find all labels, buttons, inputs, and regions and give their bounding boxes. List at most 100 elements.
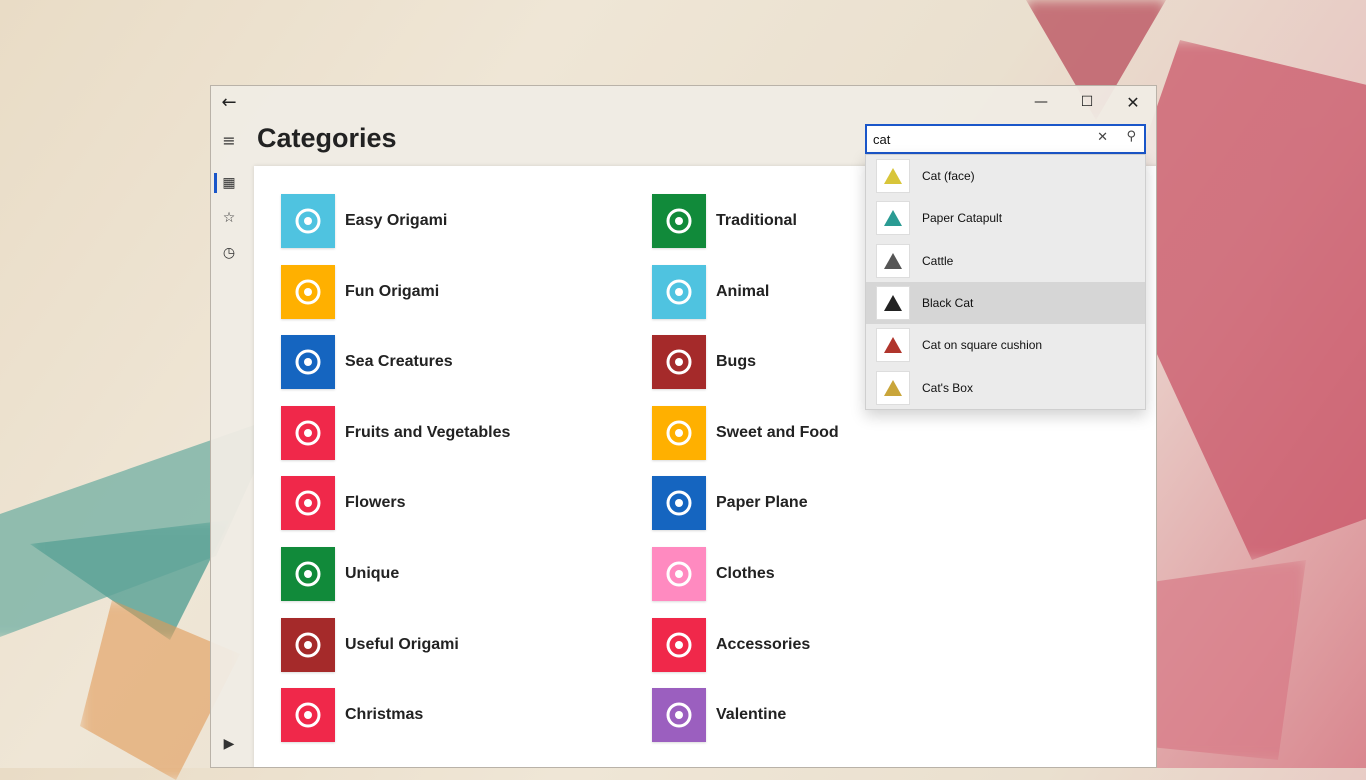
category-tile bbox=[652, 547, 706, 601]
wallet-icon bbox=[295, 632, 321, 658]
search-icon[interactable]: ⚲ bbox=[1126, 129, 1136, 144]
suggestion-item[interactable]: Cat (face) bbox=[866, 155, 1145, 197]
category-item[interactable]: Traditional bbox=[652, 194, 797, 248]
category-item[interactable]: Clothes bbox=[652, 547, 775, 601]
nav-info-button[interactable]: ⓘ bbox=[211, 761, 247, 767]
category-label: Paper Plane bbox=[716, 494, 808, 512]
shirt-icon bbox=[666, 561, 692, 587]
suggestion-item[interactable]: Cat's Box bbox=[866, 367, 1145, 409]
nav-store-button[interactable]: ▶ bbox=[211, 726, 247, 762]
strawberry-icon bbox=[295, 420, 321, 446]
category-label: Accessories bbox=[716, 635, 811, 653]
category-label: Traditional bbox=[716, 212, 797, 229]
minimize-button[interactable]: — bbox=[1018, 86, 1064, 118]
category-item[interactable]: Fruits and Vegetables bbox=[281, 405, 511, 460]
category-tile bbox=[281, 547, 335, 601]
category-label: Unique bbox=[345, 565, 400, 582]
back-button[interactable]: ← bbox=[211, 86, 247, 118]
minimize-icon: — bbox=[1034, 94, 1048, 110]
category-label: Useful Origami bbox=[345, 635, 459, 653]
category-tile bbox=[281, 617, 335, 672]
cattle-icon bbox=[876, 243, 910, 278]
maximize-icon: ☐ bbox=[1080, 94, 1094, 110]
plane-icon bbox=[666, 490, 692, 516]
category-item[interactable]: Unique bbox=[281, 547, 399, 601]
category-item[interactable]: Easy Origami bbox=[281, 194, 447, 248]
category-item[interactable]: Sea Creatures bbox=[281, 335, 453, 390]
category-item[interactable]: Christmas bbox=[281, 688, 424, 743]
grid-icon: ▦ bbox=[222, 175, 236, 191]
category-item[interactable]: Useful Origami bbox=[281, 617, 459, 672]
category-tile bbox=[281, 688, 335, 743]
hamburger-menu-button[interactable]: ≡ bbox=[211, 122, 247, 158]
category-label: Christmas bbox=[345, 706, 424, 724]
category-item[interactable]: Sweet and Food bbox=[652, 405, 839, 460]
maximize-button[interactable]: ☐ bbox=[1064, 86, 1110, 118]
category-tile bbox=[652, 264, 706, 319]
cat-face-icon bbox=[876, 159, 910, 193]
category-label: Clothes bbox=[716, 565, 775, 582]
close-button[interactable]: ✕ bbox=[1110, 86, 1156, 118]
title-bar: ← — ☐ ✕ bbox=[211, 86, 1156, 118]
category-label: Sweet and Food bbox=[716, 423, 839, 441]
category-tile bbox=[652, 335, 706, 390]
turtle-icon bbox=[295, 561, 321, 587]
category-label: Easy Origami bbox=[345, 212, 448, 229]
hamburger-icon: ≡ bbox=[222, 130, 236, 150]
suggestion-item[interactable]: Paper Catapult bbox=[866, 197, 1145, 239]
nav-categories-button[interactable]: ▦ bbox=[211, 165, 247, 201]
black-cat-icon bbox=[876, 285, 910, 320]
category-tile bbox=[652, 688, 706, 743]
nav-favorites-button[interactable]: ☆ bbox=[211, 200, 247, 236]
category-item[interactable]: Accessories bbox=[652, 617, 811, 672]
category-tile bbox=[281, 264, 335, 319]
catapult-icon bbox=[876, 201, 910, 236]
search-input[interactable] bbox=[873, 130, 1093, 148]
pinwheel-icon bbox=[295, 279, 321, 305]
category-tile bbox=[281, 405, 335, 460]
category-tile bbox=[652, 476, 706, 531]
search-box[interactable]: ✕ ⚲ bbox=[865, 124, 1146, 154]
category-tile bbox=[281, 194, 335, 248]
icecream-icon bbox=[666, 420, 692, 446]
flower-icon bbox=[295, 490, 321, 516]
crane-icon bbox=[666, 208, 692, 234]
category-label: Animal bbox=[716, 282, 770, 300]
nav-history-button[interactable]: ◷ bbox=[211, 235, 247, 271]
suggestion-label: Paper Catapult bbox=[922, 211, 1003, 226]
category-tile bbox=[652, 617, 706, 672]
category-tile bbox=[652, 194, 706, 248]
category-label: Fruits and Vegetables bbox=[345, 423, 511, 441]
back-arrow-icon: ← bbox=[221, 91, 237, 113]
cat-box-icon bbox=[876, 370, 910, 405]
page-title: Categories bbox=[257, 123, 397, 153]
category-label: Fun Origami bbox=[345, 282, 440, 300]
category-label: Flowers bbox=[345, 494, 406, 512]
suggestion-item[interactable]: Cat on square cushion bbox=[866, 324, 1145, 366]
category-item[interactable]: Fun Origami bbox=[281, 264, 440, 319]
category-label: Valentine bbox=[716, 706, 787, 724]
category-tile bbox=[281, 335, 335, 390]
suggestion-label: Cattle bbox=[922, 253, 954, 268]
category-item[interactable]: Valentine bbox=[652, 688, 787, 743]
category-item[interactable]: Flowers bbox=[281, 476, 406, 531]
star-icon: ☆ bbox=[222, 210, 236, 226]
suggestion-label: Cat (face) bbox=[922, 169, 975, 183]
category-item[interactable]: Bugs bbox=[652, 335, 756, 390]
suggestion-item[interactable]: Cattle bbox=[866, 240, 1145, 282]
necklace-icon bbox=[666, 632, 692, 658]
clear-icon[interactable]: ✕ bbox=[1097, 130, 1108, 145]
store-play-icon: ▶ bbox=[223, 736, 235, 752]
house-icon bbox=[295, 208, 321, 234]
suggestion-item[interactable]: Black Cat bbox=[866, 281, 1145, 324]
ladybug-icon bbox=[666, 349, 692, 375]
history-icon: ◷ bbox=[222, 245, 236, 261]
category-label: Sea Creatures bbox=[345, 353, 453, 371]
category-tile bbox=[281, 476, 335, 531]
category-item[interactable]: Animal bbox=[652, 264, 770, 319]
heart-icon bbox=[666, 702, 692, 728]
category-item[interactable]: Paper Plane bbox=[652, 476, 808, 531]
giraffe-icon bbox=[666, 279, 692, 305]
suggestion-label: Black Cat bbox=[922, 295, 974, 310]
tree-icon bbox=[295, 702, 321, 728]
